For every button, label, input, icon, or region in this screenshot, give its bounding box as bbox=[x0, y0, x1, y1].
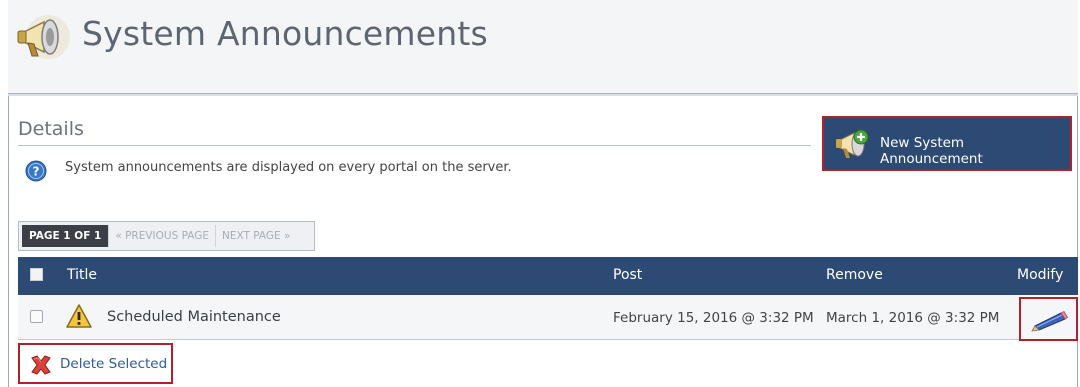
pagination: PAGE 1 OF 1 « PREVIOUS PAGE NEXT PAGE » bbox=[18, 221, 315, 251]
svg-text:?: ? bbox=[33, 165, 40, 179]
header-divider bbox=[8, 94, 1078, 96]
column-modify: Modify bbox=[1017, 267, 1064, 283]
delete-x-icon bbox=[31, 355, 51, 375]
row-checkbox[interactable] bbox=[30, 310, 43, 323]
delete-selected-label: Delete Selected bbox=[60, 356, 168, 372]
column-title[interactable]: Title bbox=[67, 267, 97, 283]
modify-button[interactable] bbox=[1019, 297, 1078, 341]
megaphone-icon bbox=[17, 15, 70, 59]
warning-icon bbox=[66, 304, 92, 328]
help-icon: ? bbox=[25, 160, 47, 182]
announcement-post-date: February 15, 2016 @ 3:32 PM bbox=[613, 310, 814, 326]
delete-selected-button[interactable]: Delete Selected bbox=[18, 343, 173, 384]
megaphone-add-icon bbox=[836, 129, 869, 158]
next-page-link[interactable]: NEXT PAGE » bbox=[215, 225, 296, 247]
select-all-checkbox[interactable] bbox=[30, 268, 43, 281]
details-heading: Details bbox=[18, 118, 84, 140]
page-title: System Announcements bbox=[82, 14, 488, 53]
pencil-icon bbox=[1031, 310, 1069, 332]
details-info-text: System announcements are displayed on ev… bbox=[65, 160, 512, 175]
table-row: Scheduled Maintenance February 15, 2016 … bbox=[18, 295, 1078, 340]
announcement-title[interactable]: Scheduled Maintenance bbox=[107, 309, 281, 325]
new-system-announcement-button[interactable]: New System Announcement bbox=[822, 116, 1072, 171]
page-header: System Announcements bbox=[8, 0, 1078, 94]
previous-page-link[interactable]: « PREVIOUS PAGE bbox=[108, 225, 215, 247]
announcement-remove-date: March 1, 2016 @ 3:32 PM bbox=[826, 310, 1000, 326]
new-system-announcement-label: New System Announcement bbox=[880, 135, 983, 167]
page-indicator: PAGE 1 OF 1 bbox=[22, 225, 109, 247]
column-post[interactable]: Post bbox=[613, 267, 642, 283]
details-divider bbox=[18, 145, 811, 146]
column-remove[interactable]: Remove bbox=[826, 267, 883, 283]
table-header: Title Post Remove Modify bbox=[18, 257, 1078, 295]
